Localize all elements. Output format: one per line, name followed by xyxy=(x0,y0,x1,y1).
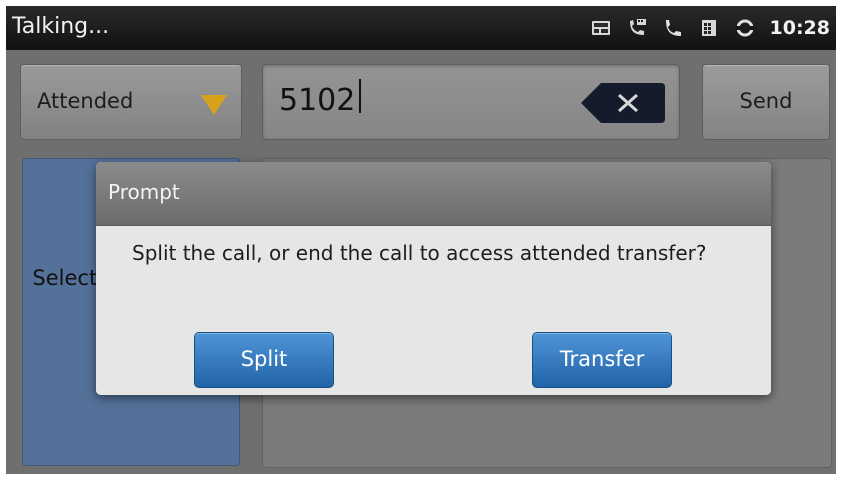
transfer-button[interactable]: Transfer xyxy=(532,332,672,388)
transfer-button-label: Transfer xyxy=(559,347,645,371)
number-input-value: 5102 xyxy=(279,83,356,118)
prompt-dialog: Prompt Split the call, or end the call t… xyxy=(96,162,771,395)
split-button-label: Split xyxy=(240,347,288,371)
number-input[interactable]: 5102 xyxy=(262,64,680,140)
backspace-icon[interactable] xyxy=(581,83,665,123)
status-time: 10:28 xyxy=(769,17,830,39)
dialog-message: Split the call, or end the call to acces… xyxy=(132,241,707,265)
status-bar: Talking... 10:28 xyxy=(6,6,836,50)
status-icons: 10:28 xyxy=(590,14,830,42)
phone-icon xyxy=(662,17,684,39)
calendar-icon xyxy=(698,17,720,39)
transfer-mode-label: Attended xyxy=(37,89,134,113)
send-button-label: Send xyxy=(739,89,793,113)
send-button[interactable]: Send xyxy=(702,64,830,140)
call-forward-icon xyxy=(626,17,648,39)
phone-screen: Talking... 10:28 Attended 5102 Send Sele… xyxy=(6,6,836,474)
sync-icon xyxy=(734,17,756,39)
status-title: Talking... xyxy=(12,14,110,39)
dialog-body: Split the call, or end the call to acces… xyxy=(96,226,771,395)
dialog-header: Prompt xyxy=(96,162,771,226)
dropdown-arrow-icon xyxy=(201,95,227,115)
split-button[interactable]: Split xyxy=(194,332,334,388)
transfer-mode-dropdown[interactable]: Attended xyxy=(20,64,242,140)
text-caret xyxy=(359,79,361,113)
voicemail-icon xyxy=(590,17,612,39)
dialog-title: Prompt xyxy=(108,180,180,204)
